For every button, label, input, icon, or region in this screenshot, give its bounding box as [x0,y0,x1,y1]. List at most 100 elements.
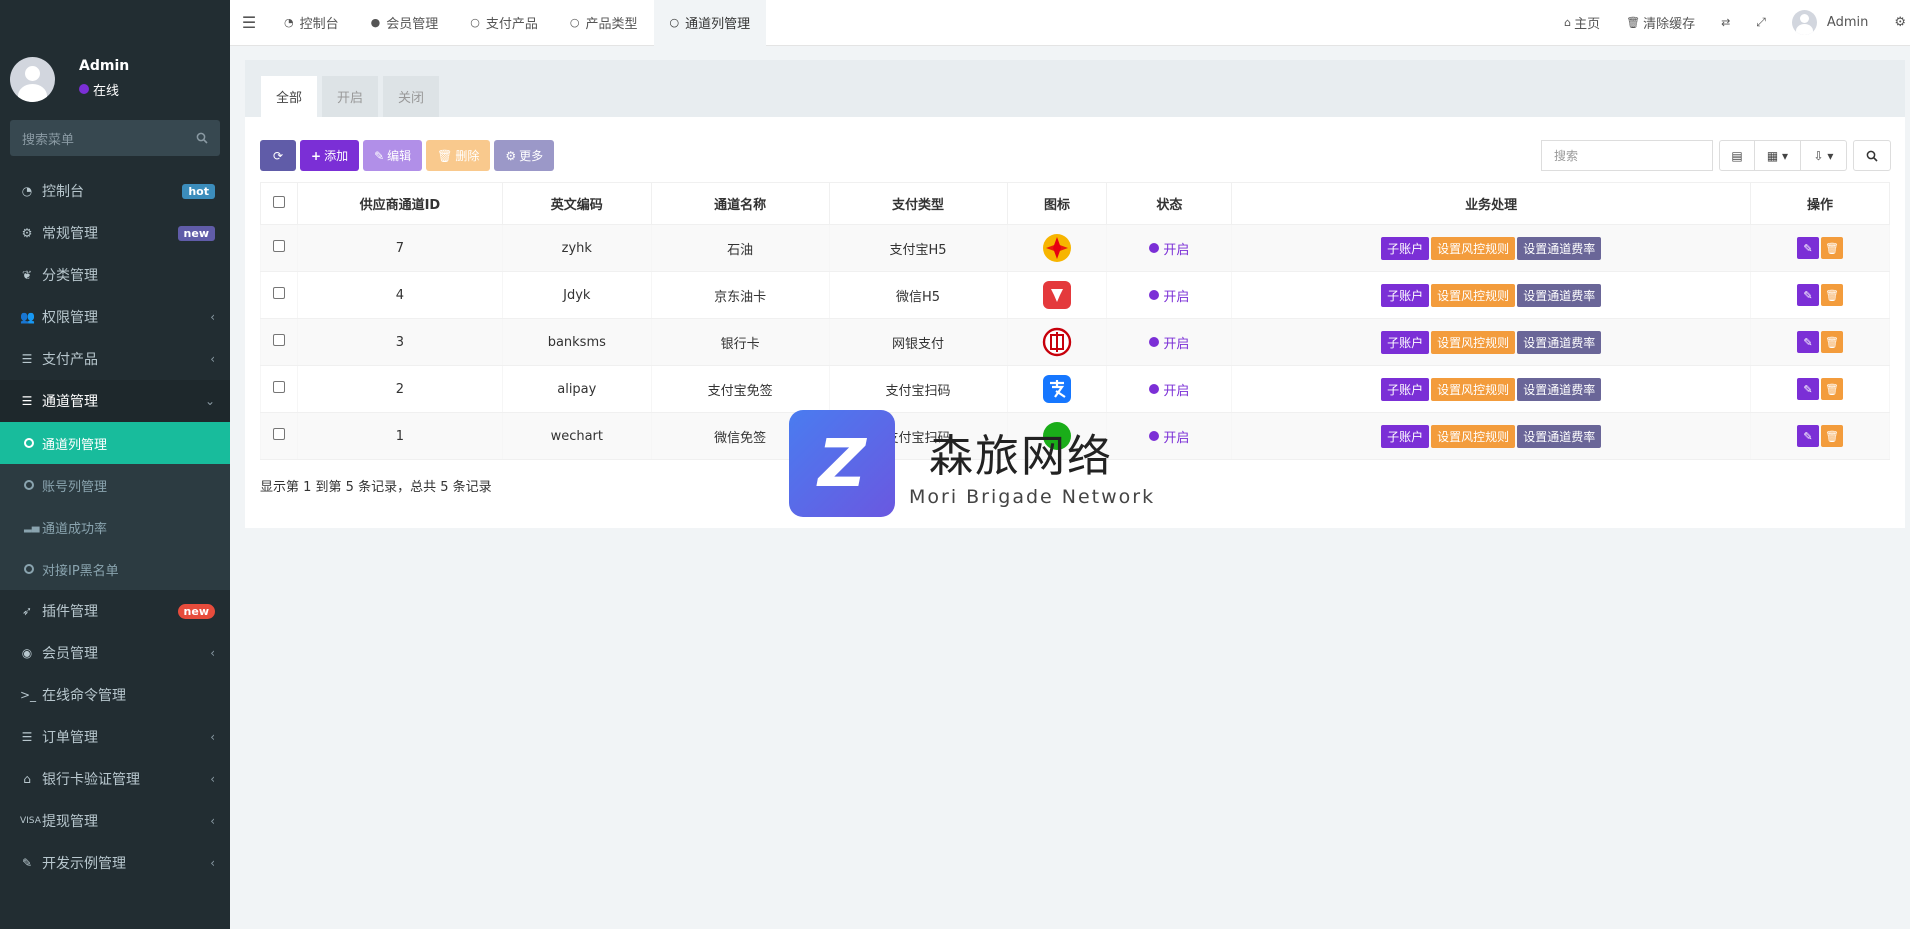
sidebar-item-pay-product[interactable]: ☰ 支付产品 ‹ [0,338,230,380]
col-header[interactable]: 操作 [1750,182,1890,225]
row-edit-button[interactable]: ✎ [1797,378,1819,400]
cell-pay-type: 网银支付 [828,318,1008,366]
sidebar-item-success-rate[interactable]: ▂▄ 通道成功率 [0,506,230,548]
sub-account-button[interactable]: 子账户 [1381,377,1430,401]
risk-rules-button[interactable]: 设置风控规则 [1431,283,1516,307]
sidebar-item-plugin[interactable]: ➶ 插件管理 new [0,590,230,632]
table-row[interactable]: 7 zyhk 石油 支付宝H5 开启 子账户 设置风控规则 设置通道费率 ✎ 🗑 [260,224,1890,272]
toggle-view-button[interactable]: ▤ [1719,140,1755,171]
risk-rules-button[interactable]: 设置风控规则 [1431,330,1516,354]
select-all-checkbox[interactable] [272,195,285,208]
risk-rules-button[interactable]: 设置风控规则 [1431,377,1516,401]
more-button[interactable]: ⚙ 更多 [494,140,555,171]
status-dot-icon [1149,337,1160,347]
col-header[interactable]: 支付类型 [828,182,1008,225]
rate-button[interactable]: 设置通道费率 [1517,377,1602,401]
language-icon[interactable]: ⇄ [1708,16,1743,29]
row-delete-button[interactable]: 🗑 [1821,237,1843,259]
rate-button[interactable]: 设置通道费率 [1517,236,1602,260]
row-delete-button[interactable]: 🗑 [1821,284,1843,306]
sub-account-button[interactable]: 子账户 [1381,424,1430,448]
tab-all[interactable]: 全部 [261,76,318,117]
sidebar-item-channel[interactable]: ☰ 通道管理 ⌄ [0,380,230,422]
sidebar-item-auth[interactable]: 👥 权限管理 ‹ [0,296,230,338]
risk-rules-button[interactable]: 设置风控规则 [1431,424,1516,448]
plus-icon: + [311,148,322,163]
columns-button[interactable]: ▦ ▾ [1755,140,1801,171]
status-badge[interactable]: 开启 [1149,239,1189,258]
fullscreen-icon[interactable]: ⤢ [1743,15,1779,30]
tab-member[interactable]: ● 会员管理 [355,0,455,46]
status-badge[interactable]: 开启 [1149,380,1189,399]
col-header[interactable]: 供应商通道ID [296,182,503,225]
tab-channel-list[interactable]: ○ 通道列管理 [653,0,767,46]
sub-account-button[interactable]: 子账户 [1381,283,1430,307]
sidebar-item-ip-blacklist[interactable]: 对接IP黑名单 [0,548,230,590]
online-dot-icon [79,84,89,94]
row-edit-button[interactable]: ✎ [1797,331,1819,353]
col-header[interactable]: 图标 [1006,182,1108,225]
search-button[interactable] [1853,140,1891,171]
new-badge: new [177,603,215,619]
edit-button[interactable]: ✎ 编辑 [363,140,423,171]
table-row[interactable]: 4 Jdyk 京东油卡 微信H5 开启 子账户 设置风控规则 设置通道费率 ✎ 🗑 [260,271,1890,319]
sidebar-item-account-list[interactable]: 账号列管理 [0,464,230,506]
risk-rules-button[interactable]: 设置风控规则 [1431,236,1516,260]
table-search-input[interactable]: 搜索 [1541,140,1713,171]
row-delete-button[interactable]: 🗑 [1821,378,1843,400]
sidebar-item-bank-verify[interactable]: ⌂ 银行卡验证管理 ‹ [0,758,230,800]
sidebar-search-input[interactable]: 搜索菜单 [10,120,220,156]
settings-icon[interactable]: ⚙ [1881,15,1910,30]
menu-toggle-icon[interactable]: ☰ [230,13,268,32]
dashboard-icon: ◔ [21,184,33,198]
tab-pay-product[interactable]: ○ 支付产品 [454,0,554,46]
status-badge[interactable]: 开启 [1149,333,1189,352]
sidebar-item-order[interactable]: ☰ 订单管理 ‹ [0,716,230,758]
row-checkbox[interactable] [272,428,285,440]
sub-account-button[interactable]: 子账户 [1381,236,1430,260]
row-edit-button[interactable]: ✎ [1797,284,1819,306]
sidebar-item-command[interactable]: >_ 在线命令管理 [0,674,230,716]
sidebar-item-general[interactable]: ⚙ 常规管理 new [0,212,230,254]
home-link[interactable]: ⌂ 主页 [1551,13,1613,32]
status-badge[interactable]: 开启 [1149,286,1189,305]
tab-disabled[interactable]: 关闭 [383,76,440,117]
row-edit-button[interactable]: ✎ [1797,237,1819,259]
row-edit-button[interactable]: ✎ [1797,425,1819,447]
rate-button[interactable]: 设置通道费率 [1517,283,1602,307]
tab-product-type[interactable]: ○ 产品类型 [554,0,654,46]
export-button[interactable]: ⇩ ▾ [1801,140,1847,171]
search-icon[interactable] [196,132,208,144]
sidebar-item-withdraw[interactable]: VISA 提现管理 ‹ [0,800,230,842]
rate-button[interactable]: 设置通道费率 [1517,330,1602,354]
row-checkbox[interactable] [272,381,285,393]
sidebar-item-dashboard[interactable]: ◔ 控制台 hot [0,170,230,212]
tab-enabled[interactable]: 开启 [322,76,379,117]
table-row[interactable]: 2 alipay 支付宝免签 支付宝扫码 开启 子账户 设置风控规则 设置通道费率 … [260,365,1890,413]
sub-account-button[interactable]: 子账户 [1381,330,1430,354]
row-checkbox[interactable] [272,334,285,346]
magic-icon: ✎ [21,856,33,870]
row-checkbox[interactable] [272,287,285,299]
col-header[interactable]: 通道名称 [650,182,830,225]
row-delete-button[interactable]: 🗑 [1821,331,1843,353]
circle-icon: ○ [669,16,680,29]
table-row[interactable]: 3 banksms 银行卡 网银支付 开启 子账户 设置风控规则 设置通道费率 ✎ 🗑 [260,318,1890,366]
col-header[interactable]: 业务处理 [1231,182,1751,225]
refresh-button[interactable]: ⟳ [260,140,296,171]
status-badge[interactable]: 开启 [1149,427,1189,446]
clear-cache-link[interactable]: 🗑 清除缓存 [1613,13,1708,32]
admin-menu[interactable]: Admin [1779,10,1881,35]
sidebar-item-dev-example[interactable]: ✎ 开发示例管理 ‹ [0,842,230,884]
sidebar-item-member[interactable]: ◉ 会员管理 ‹ [0,632,230,674]
delete-button[interactable]: 🗑 删除 [426,140,491,171]
col-header[interactable]: 状态 [1106,182,1233,225]
sidebar-item-channel-list[interactable]: 通道列管理 [0,422,230,464]
row-delete-button[interactable]: 🗑 [1821,425,1843,447]
row-checkbox[interactable] [272,240,285,252]
add-button[interactable]: + 添加 [300,140,360,171]
col-header[interactable]: 英文编码 [501,182,652,225]
rate-button[interactable]: 设置通道费率 [1517,424,1602,448]
tab-dashboard[interactable]: ◔ 控制台 [268,0,355,46]
sidebar-item-category[interactable]: ❦ 分类管理 [0,254,230,296]
